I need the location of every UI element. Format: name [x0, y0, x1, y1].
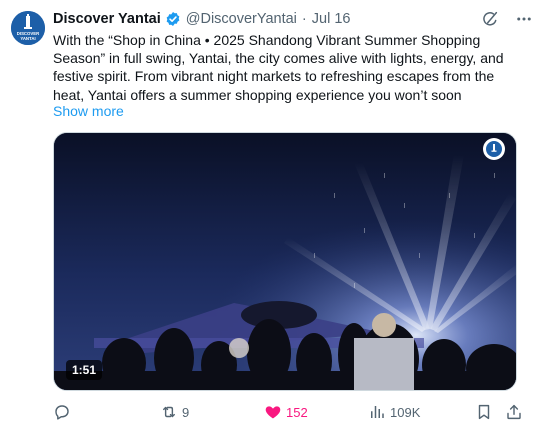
- header-actions: [481, 10, 533, 28]
- share-button[interactable]: [505, 403, 523, 421]
- retweet-button[interactable]: 9: [160, 403, 189, 421]
- tweet-header: Discover Yantai @DiscoverYantai · Jul 16: [53, 9, 533, 29]
- reply-icon: [53, 403, 71, 421]
- tweet-action-bar: 9 152 109K: [53, 400, 523, 424]
- views-count: 109K: [390, 404, 421, 420]
- avatar-text-line-2: YANTAI: [20, 36, 35, 41]
- like-button[interactable]: 152: [264, 403, 308, 421]
- discover-yantai-logo: DISCOVER YANTAI: [11, 11, 45, 45]
- share-icon: [505, 403, 523, 421]
- reply-button[interactable]: [53, 403, 75, 421]
- tweet-text: With the “Shop in China • 2025 Shandong …: [53, 31, 533, 104]
- author-name[interactable]: Discover Yantai: [53, 11, 161, 27]
- retweet-count: 9: [182, 404, 190, 420]
- verified-badge-icon: [165, 11, 181, 27]
- grok-icon[interactable]: [481, 10, 499, 28]
- heart-icon: [264, 403, 282, 421]
- like-count: 152: [286, 404, 308, 420]
- views-button[interactable]: 109K: [368, 403, 420, 421]
- bookmark-icon: [475, 403, 493, 421]
- tweet-text-line: With the “Shop in China • 2025 Shandong …: [53, 32, 481, 48]
- tweet-text-line: Season” in full swing, Yantai, the city …: [53, 50, 504, 67]
- video-player[interactable]: 1:51: [53, 132, 517, 391]
- avatar[interactable]: DISCOVER YANTAI: [11, 11, 45, 45]
- video-channel-logo-icon: [483, 138, 505, 160]
- video-thumbnail: [54, 133, 516, 390]
- tweet-text-line: festive spirit. From vibrant night marke…: [53, 68, 495, 85]
- author-handle[interactable]: @DiscoverYantai: [186, 11, 297, 27]
- bookmark-button[interactable]: [475, 403, 493, 421]
- tweet-text-line: heat, Yantai offers a summer shopping ex…: [53, 86, 462, 103]
- separator-dot: ·: [301, 11, 307, 27]
- tweet-date[interactable]: Jul 16: [312, 11, 351, 27]
- more-icon[interactable]: [515, 10, 533, 28]
- views-icon: [368, 403, 386, 421]
- video-duration-badge: 1:51: [66, 360, 103, 380]
- show-more-link[interactable]: Show more: [53, 103, 124, 119]
- retweet-icon: [160, 403, 178, 421]
